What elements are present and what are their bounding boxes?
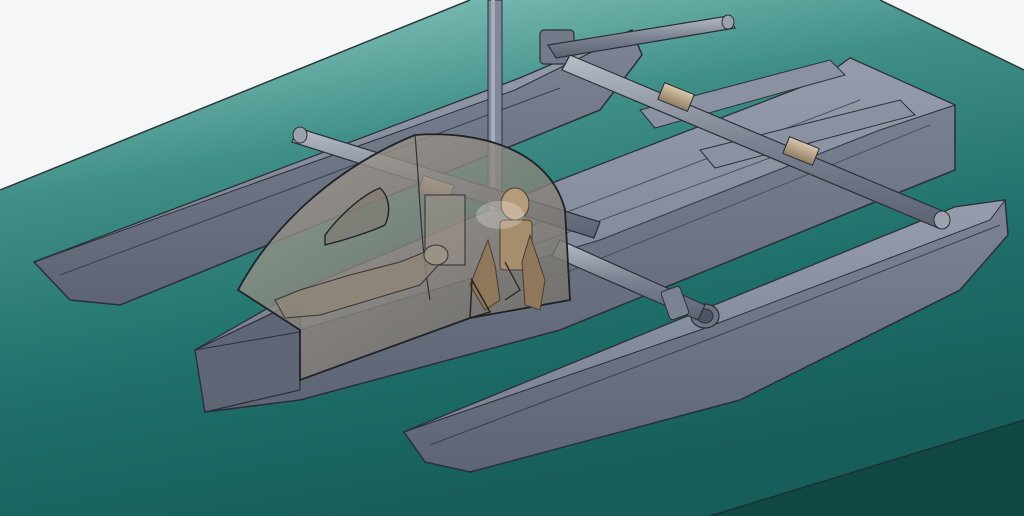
trimaran-3d-render <box>0 0 1024 516</box>
light-highlight <box>476 201 524 229</box>
cad-viewport[interactable] <box>0 0 1024 516</box>
